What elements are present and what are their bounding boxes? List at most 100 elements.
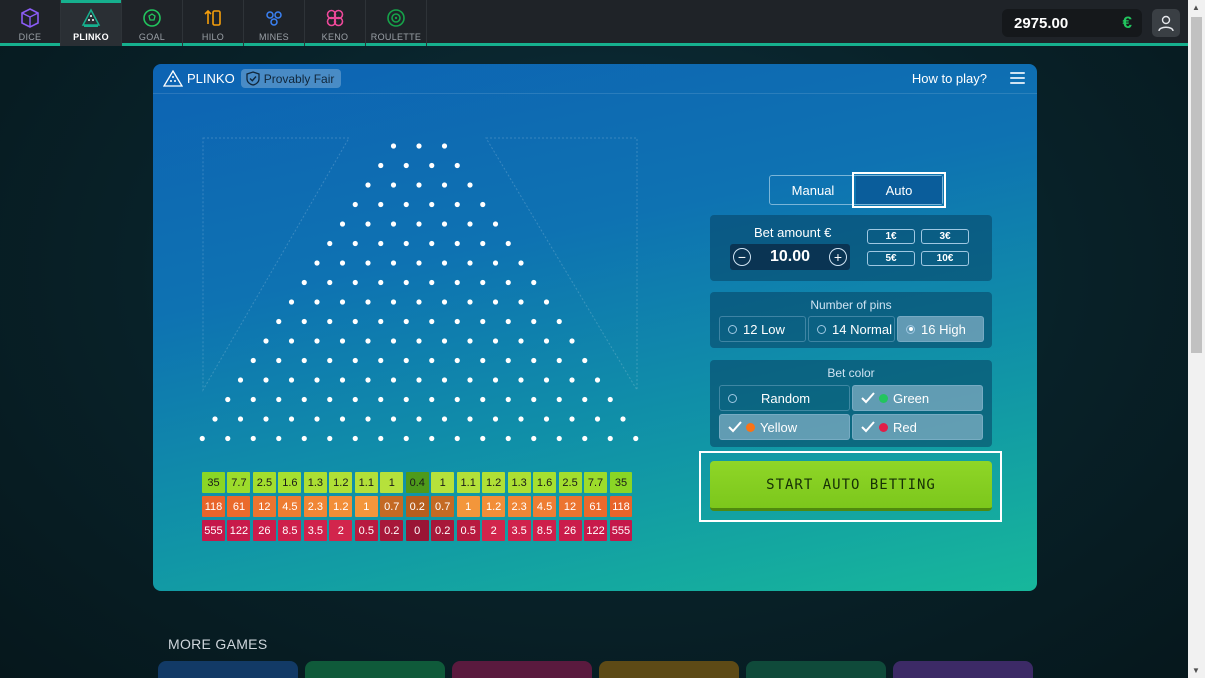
bet-amount-input[interactable]: − 10.00 + <box>730 244 850 270</box>
game-card[interactable] <box>305 661 445 678</box>
yellow-multiplier-row: 118 61 12 4.5 2.3 1.2 1 0.7 0.2 0.7 1 1.2 2.3 4.5 12 61… <box>202 496 635 517</box>
bet-color-panel: Bet color Random Green Yellow Red <box>710 360 992 447</box>
decrease-bet-button[interactable]: − <box>733 248 751 266</box>
user-button[interactable] <box>1152 9 1180 37</box>
auto-mode-button[interactable]: Auto <box>852 172 946 208</box>
peg <box>365 299 371 305</box>
color-option-yellow[interactable]: Yellow <box>719 414 850 440</box>
peg <box>339 377 346 383</box>
tab-roulette[interactable]: ROULETTE <box>366 0 427 46</box>
peg <box>263 377 269 383</box>
bet-chip-1[interactable]: 1€ <box>867 229 915 244</box>
peg <box>429 435 435 442</box>
peg <box>225 435 231 442</box>
yellow-multiplier-slot: 0.7 <box>431 496 455 517</box>
peg <box>365 377 371 383</box>
tab-plinko[interactable]: PLINKO <box>61 0 122 46</box>
color-option-green[interactable]: Green <box>852 385 983 411</box>
peg <box>288 377 295 383</box>
start-auto-betting-button[interactable]: START AUTO BETTING <box>710 461 992 511</box>
peg <box>531 279 537 286</box>
green-multiplier-slot: 2.5 <box>558 472 582 493</box>
pins-option-12[interactable]: 12 Low <box>719 316 806 342</box>
yellow-multiplier-slot: 4.5 <box>278 496 302 517</box>
bet-amount-value[interactable]: 10.00 <box>770 248 810 266</box>
game-card[interactable] <box>893 661 1033 678</box>
pins-panel: Number of pins 12 Low 14 Normal 16 High <box>710 292 992 348</box>
color-option-random[interactable]: Random <box>719 385 850 411</box>
tab-goal[interactable]: GOAL <box>122 0 183 46</box>
peg <box>492 260 499 266</box>
increase-bet-button[interactable]: + <box>828 248 847 266</box>
game-card[interactable] <box>599 661 739 678</box>
scrollbar[interactable]: ▲ ▼ <box>1188 0 1205 678</box>
bet-chip-10[interactable]: 10€ <box>921 251 969 266</box>
color-option-red[interactable]: Red <box>852 414 983 440</box>
peg <box>301 279 307 286</box>
peg <box>480 240 486 247</box>
peg <box>441 143 448 149</box>
tab-keno[interactable]: KENO <box>305 0 366 46</box>
peg <box>250 435 256 442</box>
peg <box>365 182 371 188</box>
bet-chip-3[interactable]: 3€ <box>921 229 969 244</box>
balance-display[interactable]: 2975.00 € <box>1002 9 1142 37</box>
manual-mode-button[interactable]: Manual <box>770 176 856 204</box>
peg <box>429 318 435 325</box>
green-multiplier-slot: 7.7 <box>584 472 607 493</box>
tab-mines[interactable]: MINES <box>244 0 305 46</box>
peg <box>225 396 231 403</box>
green-multiplier-slot: 35 <box>609 472 633 493</box>
red-multiplier-slot: 2 <box>482 520 506 541</box>
peg <box>378 318 384 325</box>
peg <box>390 260 397 266</box>
tab-dice[interactable]: DICE <box>0 0 61 46</box>
red-multiplier-slot: 0.5 <box>354 520 378 541</box>
color-option-label: Green <box>893 390 930 406</box>
game-card[interactable] <box>158 661 298 678</box>
peg <box>441 377 448 383</box>
peg <box>339 299 346 305</box>
peg <box>480 357 486 364</box>
peg <box>492 377 499 383</box>
peg <box>467 182 473 188</box>
color-option-label: Yellow <box>760 419 798 435</box>
bet-chip-5[interactable]: 5€ <box>867 251 915 266</box>
peg <box>531 318 537 325</box>
keno-icon <box>326 9 344 27</box>
pins-option-16[interactable]: 16 High <box>897 316 984 342</box>
peg <box>492 416 499 422</box>
peg <box>594 377 601 383</box>
peg <box>390 221 397 227</box>
peg <box>505 396 511 403</box>
game-card[interactable] <box>746 661 886 678</box>
radio-icon <box>728 393 737 403</box>
peg <box>416 377 422 383</box>
game-card[interactable] <box>452 661 592 678</box>
scrollbar-thumb[interactable] <box>1191 17 1202 353</box>
peg <box>288 299 295 305</box>
peg <box>237 377 244 383</box>
pins-option-label: 16 High <box>921 321 966 337</box>
yellow-multiplier-slot: 1.2 <box>482 496 506 517</box>
tab-label: KENO <box>321 32 349 42</box>
pins-option-14[interactable]: 14 Normal <box>808 316 895 342</box>
peg <box>288 416 295 422</box>
bet-amount-panel: Bet amount € − 10.00 + 1€ 3€ 5€ 10€ <box>710 215 992 281</box>
peg <box>378 357 384 364</box>
scroll-down-arrow-icon[interactable]: ▼ <box>1192 666 1200 675</box>
scroll-up-arrow-icon[interactable]: ▲ <box>1192 3 1200 12</box>
peg <box>467 221 473 227</box>
peg <box>301 318 307 325</box>
peg <box>607 435 613 442</box>
peg <box>505 357 511 364</box>
green-multiplier-slot: 1.1 <box>354 472 378 493</box>
tab-label: HILO <box>201 32 225 42</box>
tab-hilo[interactable]: HILO <box>183 0 244 46</box>
yellow-multiplier-slot: 12 <box>558 496 582 517</box>
peg <box>441 182 448 188</box>
peg <box>365 416 371 422</box>
checkmark-icon <box>728 421 742 433</box>
checkmark-icon <box>861 421 875 433</box>
tab-label: MINES <box>258 32 289 42</box>
